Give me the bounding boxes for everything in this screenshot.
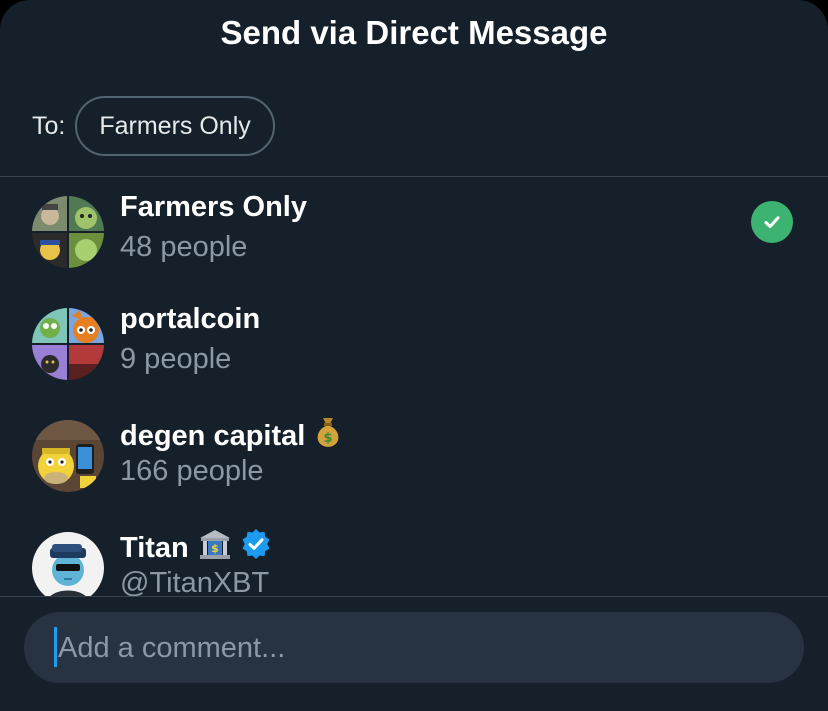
conversation-subtitle: @TitanXBT [120, 567, 270, 596]
conversation-item-titan[interactable]: Titan $ @TitanXBT [0, 513, 828, 596]
selected-check-icon [751, 201, 793, 243]
svg-text:$: $ [211, 542, 219, 555]
comment-box[interactable] [24, 612, 804, 685]
recipient-chip[interactable]: Farmers Only [75, 96, 275, 156]
conversation-item-degen-capital[interactable]: degen capital $ 166 people [0, 401, 828, 513]
conversation-name: portalcoin [120, 303, 261, 335]
conversation-name: Titan $ [120, 527, 271, 569]
user-avatar [32, 532, 104, 596]
conversation-item-farmers-only[interactable]: Farmers Only 48 people [0, 177, 828, 289]
recipient-row: To: Farmers Only [32, 95, 275, 157]
money-bag-icon: $ [313, 415, 343, 457]
dm-share-sheet: Send via Direct Message To: Farmers Only [0, 0, 828, 711]
conversation-subtitle: 9 people [120, 343, 232, 375]
conversation-item-portalcoin[interactable]: portalcoin 9 people [0, 289, 828, 401]
conversation-list: Farmers Only 48 people portalcoin 9 peop… [0, 177, 828, 596]
conversation-subtitle: 48 people [120, 231, 248, 263]
recipient-chip-label: Farmers Only [99, 111, 251, 140]
verified-badge-icon [241, 529, 271, 567]
bank-icon: $ [197, 527, 233, 569]
group-avatar [32, 420, 104, 492]
divider [0, 596, 828, 597]
group-avatar [32, 308, 104, 380]
conversation-name: Farmers Only [120, 191, 307, 223]
svg-text:$: $ [324, 431, 333, 446]
sheet-title: Send via Direct Message [220, 14, 608, 51]
comment-input[interactable] [56, 612, 780, 685]
group-avatar [32, 196, 104, 268]
to-label: To: [32, 111, 66, 140]
conversation-name: degen capital $ [120, 415, 343, 457]
conversation-subtitle: 166 people [120, 455, 264, 487]
